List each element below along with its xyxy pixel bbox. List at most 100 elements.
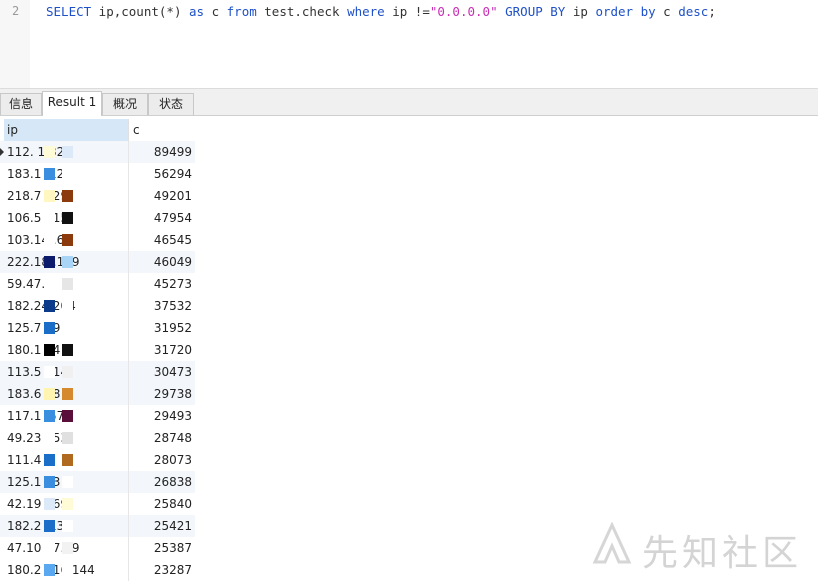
column-header-ip[interactable]: ip — [4, 119, 128, 141]
line-gutter: 2 — [0, 0, 30, 88]
table-row[interactable]: 183.6 98 29738 — [0, 383, 195, 405]
tab-status[interactable]: 状态 — [148, 93, 194, 115]
column-divider — [128, 295, 129, 317]
sql-token: ; — [708, 4, 716, 19]
column-divider — [128, 471, 129, 493]
cell-c[interactable]: 31720 — [154, 339, 192, 361]
tab-overview[interactable]: 概况 — [102, 93, 148, 115]
cell-c[interactable]: 89499 — [154, 141, 192, 163]
redaction-block — [62, 454, 73, 466]
table-row[interactable]: 42.19 169 25840 — [0, 493, 195, 515]
watermark-text: 先知社区 — [642, 533, 803, 574]
redaction-block — [62, 190, 73, 202]
redaction-block — [62, 278, 73, 290]
cell-ip[interactable]: 42.19 169 — [7, 493, 68, 515]
table-row[interactable]: 103.14 .6 46545 — [0, 229, 195, 251]
line-number: 2 — [12, 4, 20, 18]
cell-c[interactable]: 28073 — [154, 449, 192, 471]
cell-ip[interactable]: 112. 1.32 — [7, 141, 64, 163]
redaction-block — [62, 300, 73, 312]
table-row[interactable]: 111.4 7 28073 — [0, 449, 195, 471]
sql-keyword: from — [226, 4, 257, 19]
cell-ip[interactable]: 182.2 .13 — [7, 515, 64, 537]
cell-c[interactable]: 25387 — [154, 537, 192, 559]
watermark-logo-icon — [592, 522, 632, 564]
table-row[interactable]: 113.5 214 30473 — [0, 361, 195, 383]
redaction-block — [62, 432, 73, 444]
redaction-block — [62, 564, 73, 576]
sql-token: ip != — [384, 4, 430, 19]
cell-c[interactable]: 29738 — [154, 383, 192, 405]
cell-c[interactable]: 31952 — [154, 317, 192, 339]
column-divider — [128, 229, 129, 251]
cell-c[interactable]: 37532 — [154, 295, 192, 317]
tab-info[interactable]: 信息 — [0, 93, 42, 115]
table-row[interactable]: 125.7 39 31952 — [0, 317, 195, 339]
redaction-block — [44, 146, 55, 158]
sql-keyword: SELECT — [46, 4, 92, 19]
table-row[interactable]: 182.24 204 37532 — [0, 295, 195, 317]
cell-c[interactable]: 30473 — [154, 361, 192, 383]
cell-c[interactable]: 46545 — [154, 229, 192, 251]
cell-ip[interactable]: 106.5 215 — [7, 207, 68, 229]
redaction-block — [62, 256, 73, 268]
redaction-block — [44, 520, 55, 532]
cell-c[interactable]: 45273 — [154, 273, 192, 295]
cell-ip[interactable]: 117.1 .57 — [7, 405, 64, 427]
table-row[interactable]: 125.1 43 26838 — [0, 471, 195, 493]
column-divider — [128, 185, 129, 207]
cell-ip[interactable]: 59.47. — [7, 273, 45, 295]
table-row[interactable]: 183.1 .129 56294 — [0, 163, 195, 185]
redaction-block — [62, 344, 73, 356]
cell-ip[interactable]: 218.7 129 — [7, 185, 68, 207]
cell-c[interactable]: 26838 — [154, 471, 192, 493]
column-divider — [128, 361, 129, 383]
redaction-block — [62, 168, 73, 180]
column-divider — [128, 405, 129, 427]
table-row[interactable]: 117.1 .57 29493 — [0, 405, 195, 427]
cell-ip[interactable]: 113.5 214 — [7, 361, 68, 383]
sql-token: ip — [565, 4, 596, 19]
cell-c[interactable]: 49201 — [154, 185, 192, 207]
column-divider — [128, 449, 129, 471]
redaction-block — [44, 212, 55, 224]
table-row[interactable]: 47.10 87.1925387 — [0, 537, 195, 559]
column-divider — [128, 383, 129, 405]
table-row[interactable]: 180.1 34 31720 — [0, 339, 195, 361]
redaction-block — [44, 476, 55, 488]
tab-result-1[interactable]: Result 1 — [42, 91, 102, 116]
table-row[interactable]: 180.2 116.14423287 — [0, 559, 195, 581]
cell-c[interactable]: 46049 — [154, 251, 192, 273]
column-divider — [128, 427, 129, 449]
sql-token: c — [204, 4, 227, 19]
redaction-block — [44, 366, 55, 378]
cell-c[interactable]: 28748 — [154, 427, 192, 449]
table-row[interactable]: 59.47. 45273 — [0, 273, 195, 295]
cell-c[interactable]: 23287 — [154, 559, 192, 581]
column-divider — [128, 207, 129, 229]
table-row[interactable]: 112. 1.32 89499 — [0, 141, 195, 163]
redaction-block — [62, 146, 73, 158]
column-divider — [128, 273, 129, 295]
redaction-block — [44, 498, 55, 510]
cell-c[interactable]: 25421 — [154, 515, 192, 537]
redaction-block — [44, 234, 55, 246]
table-row[interactable]: 182.2 .13 25421 — [0, 515, 195, 537]
table-row[interactable]: 218.7 129 49201 — [0, 185, 195, 207]
cell-ip[interactable]: 49.23 253 — [7, 427, 68, 449]
cell-c[interactable]: 56294 — [154, 163, 192, 185]
sql-query-line[interactable]: SELECT ip,count(*) as c from test.check … — [46, 4, 716, 19]
cell-ip[interactable]: 103.14 .6 — [7, 229, 64, 251]
redaction-block — [44, 344, 55, 356]
redaction-block — [44, 388, 55, 400]
result-tabbar: 信息 Result 1 概况 状态 — [0, 88, 818, 116]
table-row[interactable]: 49.23 253 28748 — [0, 427, 195, 449]
table-row[interactable]: 106.5 215 47954 — [0, 207, 195, 229]
cell-c[interactable]: 25840 — [154, 493, 192, 515]
cell-c[interactable]: 47954 — [154, 207, 192, 229]
redaction-block — [62, 322, 73, 334]
table-row[interactable]: 222.18 .16946049 — [0, 251, 195, 273]
sql-editor[interactable]: 2 SELECT ip,count(*) as c from test.chec… — [0, 0, 818, 88]
column-header-c[interactable]: c — [128, 119, 194, 141]
cell-c[interactable]: 29493 — [154, 405, 192, 427]
